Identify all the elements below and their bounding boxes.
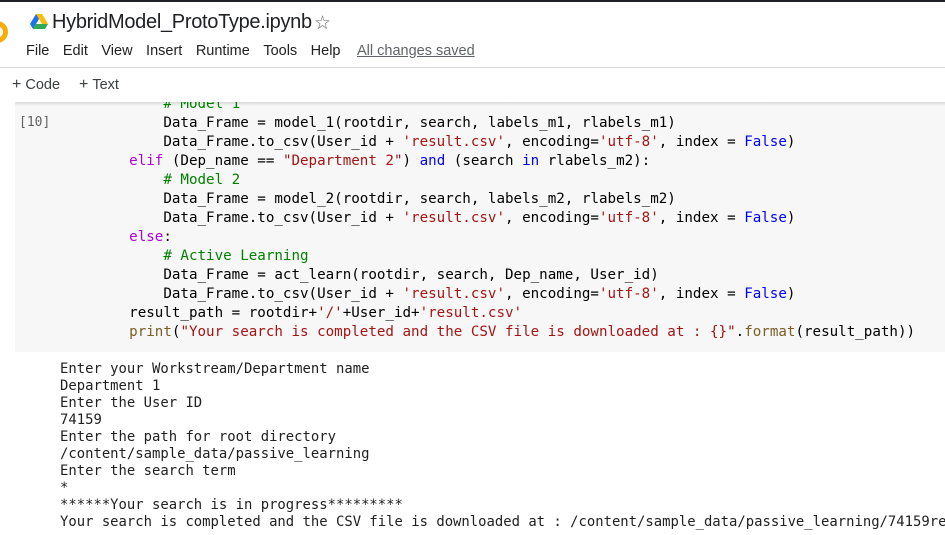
menu-edit[interactable]: Edit [63,43,88,59]
output-line: Department 1 [60,378,161,394]
plus-icon: + [12,76,22,93]
code-line: Data_Frame.to_csv(User_id + 'result.csv'… [95,134,796,150]
add-code-button[interactable]: + Code [12,76,60,94]
add-text-label: Text [92,77,119,93]
top-bar: HybridModel_ProtoType.ipynb ☆ File Edit … [0,0,945,67]
output-line: /content/sample_data/passive_learning [60,446,370,462]
menu-insert[interactable]: Insert [146,43,182,59]
code-line: # Model 1 [163,102,241,112]
code-cell[interactable]: [10] # Model 1 Data_Frame = model_1(root… [15,102,945,352]
code-line: Data_Frame.to_csv(User_id + 'result.csv'… [95,286,796,302]
output-line: ******Your search is in progress********… [60,497,403,513]
drive-icon[interactable] [30,14,48,30]
notebook-toolbar: + Code + Text [0,67,945,102]
menu-file[interactable]: File [26,43,49,59]
menu-help[interactable]: Help [311,43,341,59]
output-line: Enter the search term [60,463,236,479]
code-line: print("Your search is completed and the … [129,324,916,340]
output-line: 74159 [60,412,102,428]
code-line: # Active Learning [163,248,309,264]
output-line: * [60,480,69,496]
notebook-title[interactable]: HybridModel_ProtoType.ipynb [52,11,312,34]
menu-view[interactable]: View [101,43,132,59]
code-line: Data_Frame = model_1(rootdir, search, la… [95,115,676,131]
code-line: Data_Frame = model_2(rootdir, search, la… [95,191,676,207]
cell-output: Enter your Workstream/Department name Dep… [60,361,945,531]
output-line: Enter the path for root directory [60,429,336,445]
code-line: else: [129,229,172,245]
output-line: Enter your Workstream/Department name [60,361,370,377]
menu-runtime[interactable]: Runtime [196,43,250,59]
menu-bar: File Edit View Insert Runtime Tools Help… [26,43,475,59]
output-line: Enter the User ID [60,395,203,411]
code-line: result_path = rootdir+'/'+User_id+'resul… [95,305,523,321]
code-editor[interactable]: # Model 1 Data_Frame = model_1(rootdir, … [95,102,915,342]
menu-tools[interactable]: Tools [263,43,297,59]
code-line: Data_Frame = act_learn(rootdir, search, … [95,267,659,283]
add-text-button[interactable]: + Text [79,76,119,94]
save-status-link[interactable]: All changes saved [357,43,475,59]
code-line: elif (Dep_name == "Department 2") and (s… [129,153,651,169]
plus-icon: + [79,76,89,93]
add-code-label: Code [25,77,61,93]
code-line: # Model 2 [163,172,241,188]
star-icon[interactable]: ☆ [314,12,331,35]
output-line: Your search is completed and the CSV fil… [60,514,945,530]
colab-logo-icon[interactable] [0,21,8,43]
code-line: Data_Frame.to_csv(User_id + 'result.csv'… [95,210,796,226]
execution-count[interactable]: [10] [19,115,50,130]
